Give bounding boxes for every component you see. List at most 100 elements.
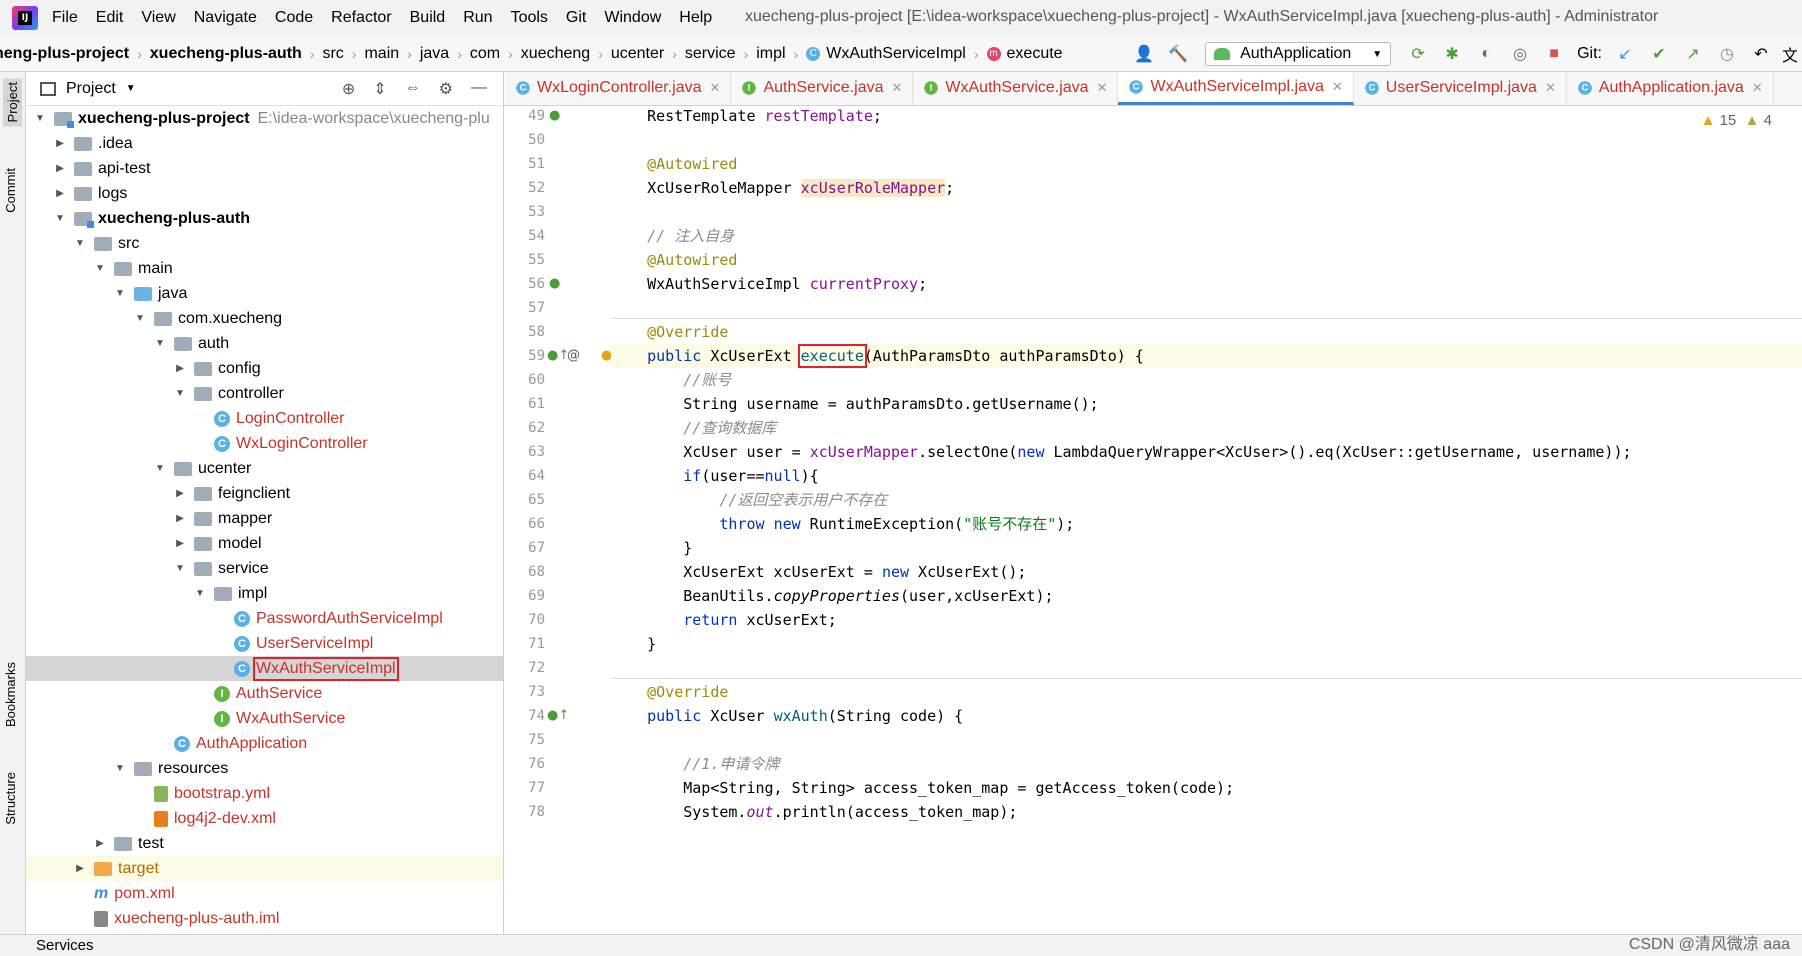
bean-icon[interactable]: ●: [549, 276, 560, 291]
code-line[interactable]: @Override: [611, 680, 1802, 704]
chevron-down-icon[interactable]: ▼: [34, 113, 46, 124]
run-config-select[interactable]: AuthApplication ▼: [1205, 42, 1392, 66]
editor-tab[interactable]: C UserServiceImpl.java ✕: [1354, 72, 1567, 105]
chevron-down-icon[interactable]: ▼: [126, 83, 136, 94]
menu-view[interactable]: View: [141, 9, 175, 27]
menu-edit[interactable]: Edit: [96, 9, 124, 27]
code-line[interactable]: RestTemplate restTemplate;: [611, 104, 1802, 128]
git-commit-icon[interactable]: ✔: [1647, 42, 1671, 66]
code-line[interactable]: if(user==null){: [611, 464, 1802, 488]
code-line[interactable]: //账号: [611, 368, 1802, 392]
tree-node[interactable]: C LoginController: [26, 406, 503, 431]
stop-icon[interactable]: ■: [1542, 42, 1566, 66]
rerun-icon[interactable]: ⟳: [1406, 42, 1430, 66]
close-icon[interactable]: ✕: [1097, 80, 1108, 96]
tree-node[interactable]: C WxLoginController: [26, 431, 503, 456]
editor-tab[interactable]: C WxAuthServiceImpl.java ✕: [1118, 72, 1354, 105]
services-tab[interactable]: Services: [36, 937, 94, 954]
chevron-down-icon[interactable]: ▼: [194, 588, 206, 599]
chevron-right-icon[interactable]: ▶: [54, 138, 66, 149]
menu-build[interactable]: Build: [410, 9, 446, 27]
chevron-right-icon[interactable]: ▶: [54, 163, 66, 174]
chevron-down-icon[interactable]: ▼: [134, 313, 146, 324]
editor-tab[interactable]: C WxLoginController.java ✕: [505, 72, 732, 105]
tree-node[interactable]: ▼ controller: [26, 381, 503, 406]
chevron-down-icon[interactable]: ▼: [54, 213, 66, 224]
code-line[interactable]: String username = authParamsDto.getUsern…: [611, 392, 1802, 416]
chevron-down-icon[interactable]: ▼: [174, 563, 186, 574]
code-line[interactable]: WxAuthServiceImpl currentProxy;: [611, 272, 1802, 296]
tree-node[interactable]: ▼ xuecheng-plus-project E:\idea-workspace\…: [26, 106, 503, 131]
code-line[interactable]: //1.申请令牌: [611, 752, 1802, 776]
chevron-down-icon[interactable]: ▼: [114, 763, 126, 774]
menu-git[interactable]: Git: [566, 9, 586, 27]
annotation-icon[interactable]: @: [567, 348, 580, 363]
tree-node[interactable]: ▼ auth: [26, 331, 503, 356]
bean-icon[interactable]: ●: [549, 108, 560, 123]
menu-help[interactable]: Help: [679, 9, 712, 27]
tree-node[interactable]: ▶ api-test: [26, 156, 503, 181]
menu-code[interactable]: Code: [275, 9, 313, 27]
tree-node[interactable]: ▶ config: [26, 356, 503, 381]
tree-node[interactable]: ▼ com.xuecheng: [26, 306, 503, 331]
code-line[interactable]: [611, 728, 1802, 752]
code-line[interactable]: public XcUserExt execute(AuthParamsDto a…: [611, 344, 1802, 368]
code-line[interactable]: }: [611, 536, 1802, 560]
code-line[interactable]: return xcUserExt;: [611, 608, 1802, 632]
breadcrumb-item[interactable]: service: [685, 45, 736, 63]
breadcrumb-item[interactable]: heng-plus-project: [0, 45, 129, 63]
close-icon[interactable]: ✕: [1752, 80, 1763, 96]
breadcrumb-item[interactable]: main: [364, 45, 399, 63]
menu-refactor[interactable]: Refactor: [331, 9, 391, 27]
tree-node[interactable]: xuecheng-plus-auth.iml: [26, 906, 503, 931]
breadcrumb-item[interactable]: impl: [756, 45, 785, 63]
tree-node[interactable]: ▶ logs: [26, 181, 503, 206]
implements-method-icon[interactable]: ●↑: [547, 348, 569, 363]
tree-node[interactable]: ▶ feignclient: [26, 481, 503, 506]
project-tool-tab[interactable]: Project: [3, 78, 22, 127]
tree-node[interactable]: ▶ test: [26, 831, 503, 856]
structure-tool-tab[interactable]: Structure: [3, 772, 18, 825]
chevron-down-icon[interactable]: ▼: [154, 463, 166, 474]
code-line[interactable]: System.out.println(access_token_map);: [611, 800, 1802, 824]
breadcrumb-item[interactable]: m execute: [986, 45, 1063, 63]
implements-method-icon[interactable]: ●↑: [547, 708, 569, 723]
tree-node[interactable]: ▼ ucenter: [26, 456, 503, 481]
tree-node[interactable]: ▶ model: [26, 531, 503, 556]
commit-tool-tab[interactable]: Commit: [3, 168, 18, 213]
code-line[interactable]: [611, 296, 1802, 320]
tree-node[interactable]: ▼ service: [26, 556, 503, 581]
breadcrumb-item[interactable]: C WxAuthServiceImpl: [806, 45, 966, 63]
chevron-right-icon[interactable]: ▶: [74, 863, 86, 874]
history-icon[interactable]: ◷: [1715, 42, 1739, 66]
menu-file[interactable]: File: [52, 9, 78, 27]
tree-node[interactable]: ▼ xuecheng-plus-auth: [26, 206, 503, 231]
editor-tab[interactable]: I WxAuthService.java ✕: [913, 72, 1119, 105]
tree-node[interactable]: I WxAuthService: [26, 706, 503, 731]
profile-icon[interactable]: ◎: [1508, 42, 1532, 66]
build-hammer-icon[interactable]: 🔨: [1166, 42, 1190, 66]
close-icon[interactable]: ✕: [892, 80, 903, 96]
hide-icon[interactable]: —: [471, 79, 487, 99]
tree-node[interactable]: C WxAuthServiceImpl: [26, 656, 503, 681]
chevron-right-icon[interactable]: ▶: [94, 838, 106, 849]
tree-node[interactable]: log4j2-dev.xml: [26, 806, 503, 831]
code-line[interactable]: XcUserExt xcUserExt = new XcUserExt();: [611, 560, 1802, 584]
tree-node[interactable]: ▼ impl: [26, 581, 503, 606]
code-line[interactable]: //返回空表示用户不存在: [611, 488, 1802, 512]
code-line[interactable]: @Autowired: [611, 152, 1802, 176]
chevron-right-icon[interactable]: ▶: [174, 538, 186, 549]
chevron-right-icon[interactable]: ▶: [174, 488, 186, 499]
menu-tools[interactable]: Tools: [511, 9, 548, 27]
bookmarks-tool-tab[interactable]: Bookmarks: [3, 662, 18, 727]
code-line[interactable]: throw new RuntimeException("账号不存在");: [611, 512, 1802, 536]
user-icon[interactable]: 👤: [1132, 42, 1156, 66]
breadcrumb-item[interactable]: ucenter: [611, 45, 664, 63]
menu-navigate[interactable]: Navigate: [194, 9, 257, 27]
collapse-all-icon[interactable]: ⇔: [405, 79, 421, 99]
breadcrumb-item[interactable]: com: [470, 45, 500, 63]
rollback-icon[interactable]: ↶: [1749, 42, 1773, 66]
close-icon[interactable]: ✕: [1332, 79, 1343, 95]
tree-node[interactable]: m pom.xml: [26, 881, 503, 906]
coverage-icon[interactable]: ◐: [1474, 42, 1498, 66]
